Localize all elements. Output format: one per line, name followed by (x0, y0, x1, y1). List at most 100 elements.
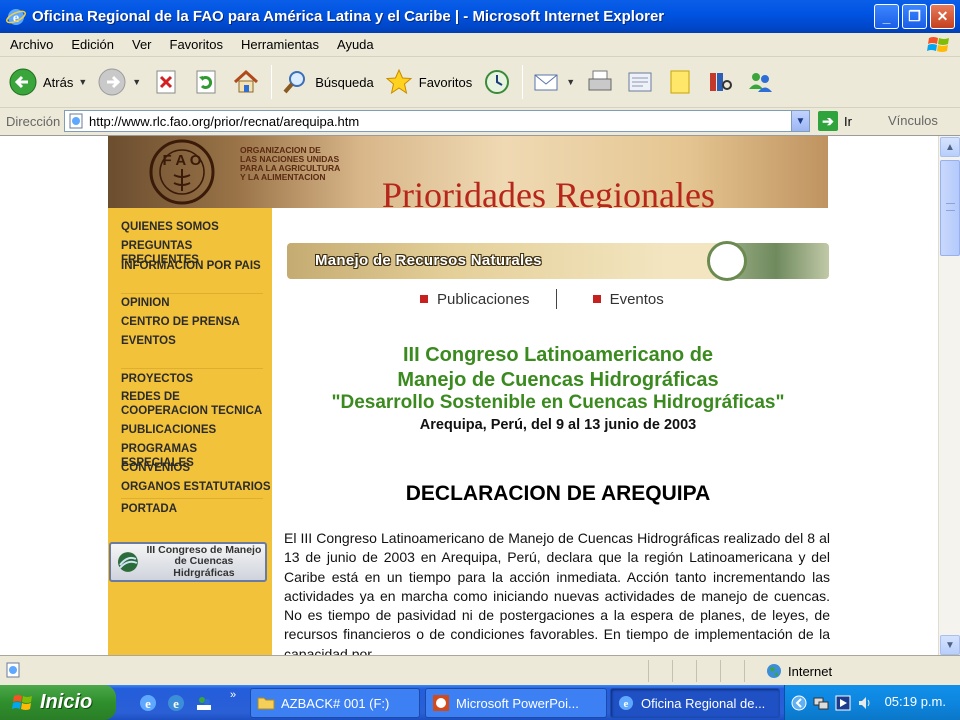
links-label[interactable]: Vínculos (888, 113, 938, 128)
page-icon (69, 113, 83, 129)
sidebar-item-organos-estatutarios[interactable]: ORGANOS ESTATUTARIOS (121, 480, 271, 494)
search-label: Búsqueda (315, 74, 374, 90)
link-divider (555, 289, 557, 309)
forward-button[interactable]: ▼ (97, 67, 141, 97)
folder-icon (257, 697, 275, 710)
discuss-button[interactable] (665, 67, 695, 97)
svg-text:e: e (145, 696, 151, 711)
address-dropdown-icon[interactable]: ▼ (791, 111, 809, 131)
messenger-quicklaunch-icon[interactable] (194, 693, 214, 713)
history-icon (485, 70, 510, 94)
menu-ayuda[interactable]: Ayuda (327, 37, 382, 52)
page-banner: F A O ORGANIZACION DE LAS NACIONES UNIDA… (108, 136, 828, 208)
congreso-button-text: III Congreso de Manejo de Cuencas Hidrgr… (146, 543, 262, 579)
print-button[interactable] (585, 67, 615, 97)
tray-expand-icon[interactable] (791, 695, 807, 711)
menu-archivo[interactable]: Archivo (0, 37, 61, 52)
sidebar-item-informacion-por-pais[interactable]: INFORMACION POR PAIS (121, 259, 261, 273)
thumb-grip (946, 203, 955, 211)
ie-quicklaunch-icon[interactable]: e (138, 693, 158, 713)
task-azback[interactable]: AZBACK# 001 (F:) (250, 688, 420, 718)
status-cell (720, 660, 721, 682)
sidebar-item-portada[interactable]: PORTADA (121, 502, 177, 516)
search-button[interactable]: Búsqueda (280, 67, 374, 97)
clock[interactable]: 05:19 p.m. (885, 694, 946, 709)
back-arrow-icon (9, 68, 37, 96)
fao-logo-icon[interactable]: F A O (144, 139, 220, 205)
mail-dropdown-icon[interactable]: ▼ (566, 77, 575, 87)
section-sublinks: Publicaciones Eventos (420, 289, 664, 309)
favorites-button[interactable]: Favoritos (384, 67, 472, 97)
sidebar-item-eventos[interactable]: EVENTOS (121, 334, 176, 348)
sidebar-nav: QUIENES SOMOS PREGUNTAS FRECUENTES INFOR… (108, 208, 272, 655)
maximize-button[interactable]: ❐ (902, 4, 927, 29)
address-input[interactable]: http://www.rlc.fao.org/prior/recnat/areq… (64, 110, 810, 132)
menu-edicion[interactable]: Edición (61, 37, 122, 52)
declaration-title: DECLARACION DE AREQUIPA (405, 482, 711, 505)
status-cell (696, 660, 697, 682)
start-label: Inicio (40, 691, 93, 713)
history-button[interactable] (482, 67, 512, 97)
sidebar-item-proyectos[interactable]: PROYECTOS (121, 372, 193, 386)
forward-dropdown-icon[interactable]: ▼ (132, 77, 141, 87)
back-dropdown-icon[interactable]: ▼ (78, 77, 87, 87)
sidebar-item-redes[interactable]: REDES DE (121, 390, 180, 404)
menu-herramientas[interactable]: Herramientas (231, 37, 327, 52)
printer-icon (588, 70, 612, 91)
stop-button[interactable] (151, 67, 181, 97)
scroll-thumb[interactable] (940, 160, 960, 256)
mail-icon (534, 74, 558, 91)
network-icon[interactable] (813, 695, 829, 711)
system-tray: 05:19 p.m. (784, 685, 960, 720)
conference-date: Arequipa, Perú, del 9 al 13 junio de 200… (419, 417, 697, 433)
start-button[interactable]: Inicio (0, 685, 116, 720)
home-button[interactable] (231, 67, 261, 97)
volume-icon[interactable] (857, 695, 873, 711)
sidebar-item-cooperacion-tecnica[interactable]: COOPERACION TECNICA (121, 404, 262, 418)
sidebar-item-publicaciones[interactable]: PUBLICACIONES (121, 423, 216, 437)
security-zone: Internet (766, 663, 832, 679)
section-header-bar: Manejo de Recursos Naturales (287, 241, 829, 281)
go-label: Ir (844, 113, 852, 129)
refresh-button[interactable] (191, 67, 221, 97)
bullet-icon (420, 295, 428, 303)
organization-name: ORGANIZACION DE LAS NACIONES UNIDAS PARA… (240, 145, 341, 182)
ie-browser-quicklaunch-icon[interactable]: e (166, 693, 186, 713)
sidebar-item-quienes-somos[interactable]: QUIENES SOMOS (121, 220, 219, 234)
mail-button[interactable]: ▼ (531, 67, 575, 97)
browser-viewport: F A O ORGANIZACION DE LAS NACIONES UNIDA… (0, 135, 960, 655)
close-button[interactable]: ✕ (930, 4, 955, 29)
home-icon (234, 69, 259, 93)
sidebar-item-opinion[interactable]: OPINION (121, 296, 170, 310)
back-button[interactable]: Atrás ▼ (8, 67, 87, 97)
quick-launch-more-icon[interactable]: » (230, 689, 236, 701)
edit-button[interactable] (625, 67, 655, 97)
vertical-scrollbar[interactable]: ▲ ▼ (938, 136, 960, 655)
minimize-button[interactable]: _ (874, 4, 899, 29)
task-powerpoint[interactable]: Microsoft PowerPoi... (425, 688, 607, 718)
link-eventos[interactable]: Eventos (610, 291, 664, 308)
congreso-banner-button[interactable]: III Congreso de Manejo de Cuencas Hidrgr… (109, 542, 267, 582)
sidebar-item-centro-de-prensa[interactable]: CENTRO DE PRENSA (121, 315, 240, 329)
forward-arrow-icon (98, 68, 126, 96)
address-label: Dirección (6, 114, 61, 129)
conference-theme: "Desarrollo Sostenible en Cuencas Hidrog… (331, 392, 785, 413)
task-oficina-regional[interactable]: e Oficina Regional de... (610, 688, 780, 718)
scroll-up-icon[interactable]: ▲ (940, 137, 960, 157)
link-publicaciones[interactable]: Publicaciones (437, 291, 530, 308)
status-cell (672, 660, 673, 682)
research-button[interactable] (705, 67, 735, 97)
go-button[interactable]: ➔ Ir (818, 111, 852, 131)
svg-text:F A O: F A O (163, 152, 202, 169)
back-label: Atrás (43, 74, 74, 90)
menu-favoritos[interactable]: Favoritos (160, 37, 231, 52)
media-player-icon[interactable] (835, 695, 851, 711)
star-icon (385, 68, 413, 95)
sidebar-item-convenios[interactable]: CONVENIOS (121, 461, 190, 475)
scroll-down-icon[interactable]: ▼ (940, 635, 960, 655)
messenger-button[interactable] (745, 67, 775, 97)
window-title: Oficina Regional de la FAO para América … (32, 8, 665, 25)
bullet-icon (592, 295, 601, 303)
menu-ver[interactable]: Ver (122, 37, 160, 52)
conference-title-line2: Manejo de Cuencas Hidrográficas (397, 369, 719, 391)
